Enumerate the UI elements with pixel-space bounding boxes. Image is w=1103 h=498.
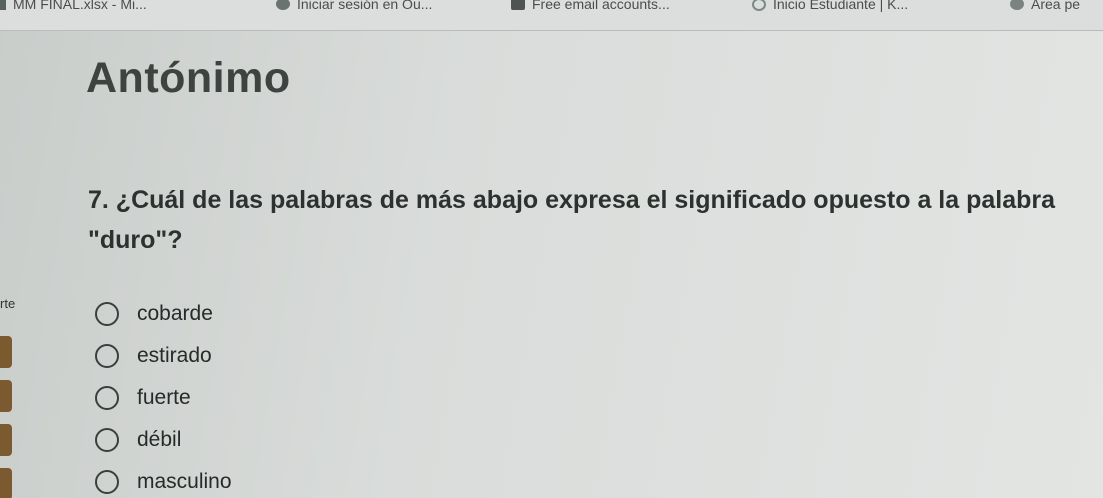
radio-button[interactable] <box>95 470 119 494</box>
radio-button[interactable] <box>95 302 119 326</box>
option-label: débil <box>137 428 182 451</box>
circle-icon <box>1010 0 1024 10</box>
answer-option-fuerte[interactable]: fuerte <box>95 377 232 419</box>
radio-button[interactable] <box>95 344 119 368</box>
outlook-icon <box>276 0 290 10</box>
bookmarks-bar: MM FINAL.xlsx - Mi... Iniciar sesión en … <box>0 0 1103 31</box>
sidebar-tab[interactable] <box>0 336 12 368</box>
bookmark-item[interactable]: Inicio Estudiante | K... <box>752 0 909 12</box>
option-label: cobarde <box>137 302 213 325</box>
answer-option-masculino[interactable]: masculino <box>95 461 232 498</box>
option-label: estirado <box>137 344 212 367</box>
bookmark-label: Inicio Estudiante | K... <box>773 0 909 12</box>
answer-option-estirado[interactable]: estirado <box>95 335 232 377</box>
page: MM FINAL.xlsx - Mi... Iniciar sesión en … <box>0 0 1103 498</box>
left-sidebar-edge: rte <box>0 30 16 498</box>
answer-option-debil[interactable]: débil <box>95 419 232 461</box>
radio-button[interactable] <box>95 428 119 452</box>
bookmark-item[interactable]: MM FINAL.xlsx - Mi... <box>0 0 147 12</box>
answer-option-cobarde[interactable]: cobarde <box>95 293 232 335</box>
section-title: Antónimo <box>86 54 291 102</box>
bookmark-label: MM FINAL.xlsx - Mi... <box>13 0 147 12</box>
option-label: fuerte <box>137 386 191 409</box>
bookmark-item[interactable]: Área pe <box>1010 0 1081 12</box>
k-logo-icon <box>752 0 766 11</box>
sidebar-tab[interactable] <box>0 380 12 412</box>
radio-button[interactable] <box>95 386 119 410</box>
sidebar-tab[interactable] <box>0 424 12 456</box>
bookmark-item[interactable]: Free email accounts... <box>511 0 670 12</box>
sidebar-tab[interactable] <box>0 468 12 498</box>
sidebar-partial-label: rte <box>0 296 16 311</box>
bookmark-label: Free email accounts... <box>532 0 670 12</box>
bookmark-label: Iniciar sesión en Ou... <box>297 0 433 12</box>
mail-icon <box>511 0 525 10</box>
bookmark-label: Área pe <box>1031 0 1081 12</box>
bookmark-item[interactable]: Iniciar sesión en Ou... <box>276 0 433 12</box>
answer-options: cobarde estirado fuerte débil masculino <box>95 293 232 498</box>
option-label: masculino <box>137 470 232 493</box>
spreadsheet-icon <box>0 0 6 10</box>
question-text: 7. ¿Cuál de las palabras de más abajo ex… <box>88 186 1056 254</box>
